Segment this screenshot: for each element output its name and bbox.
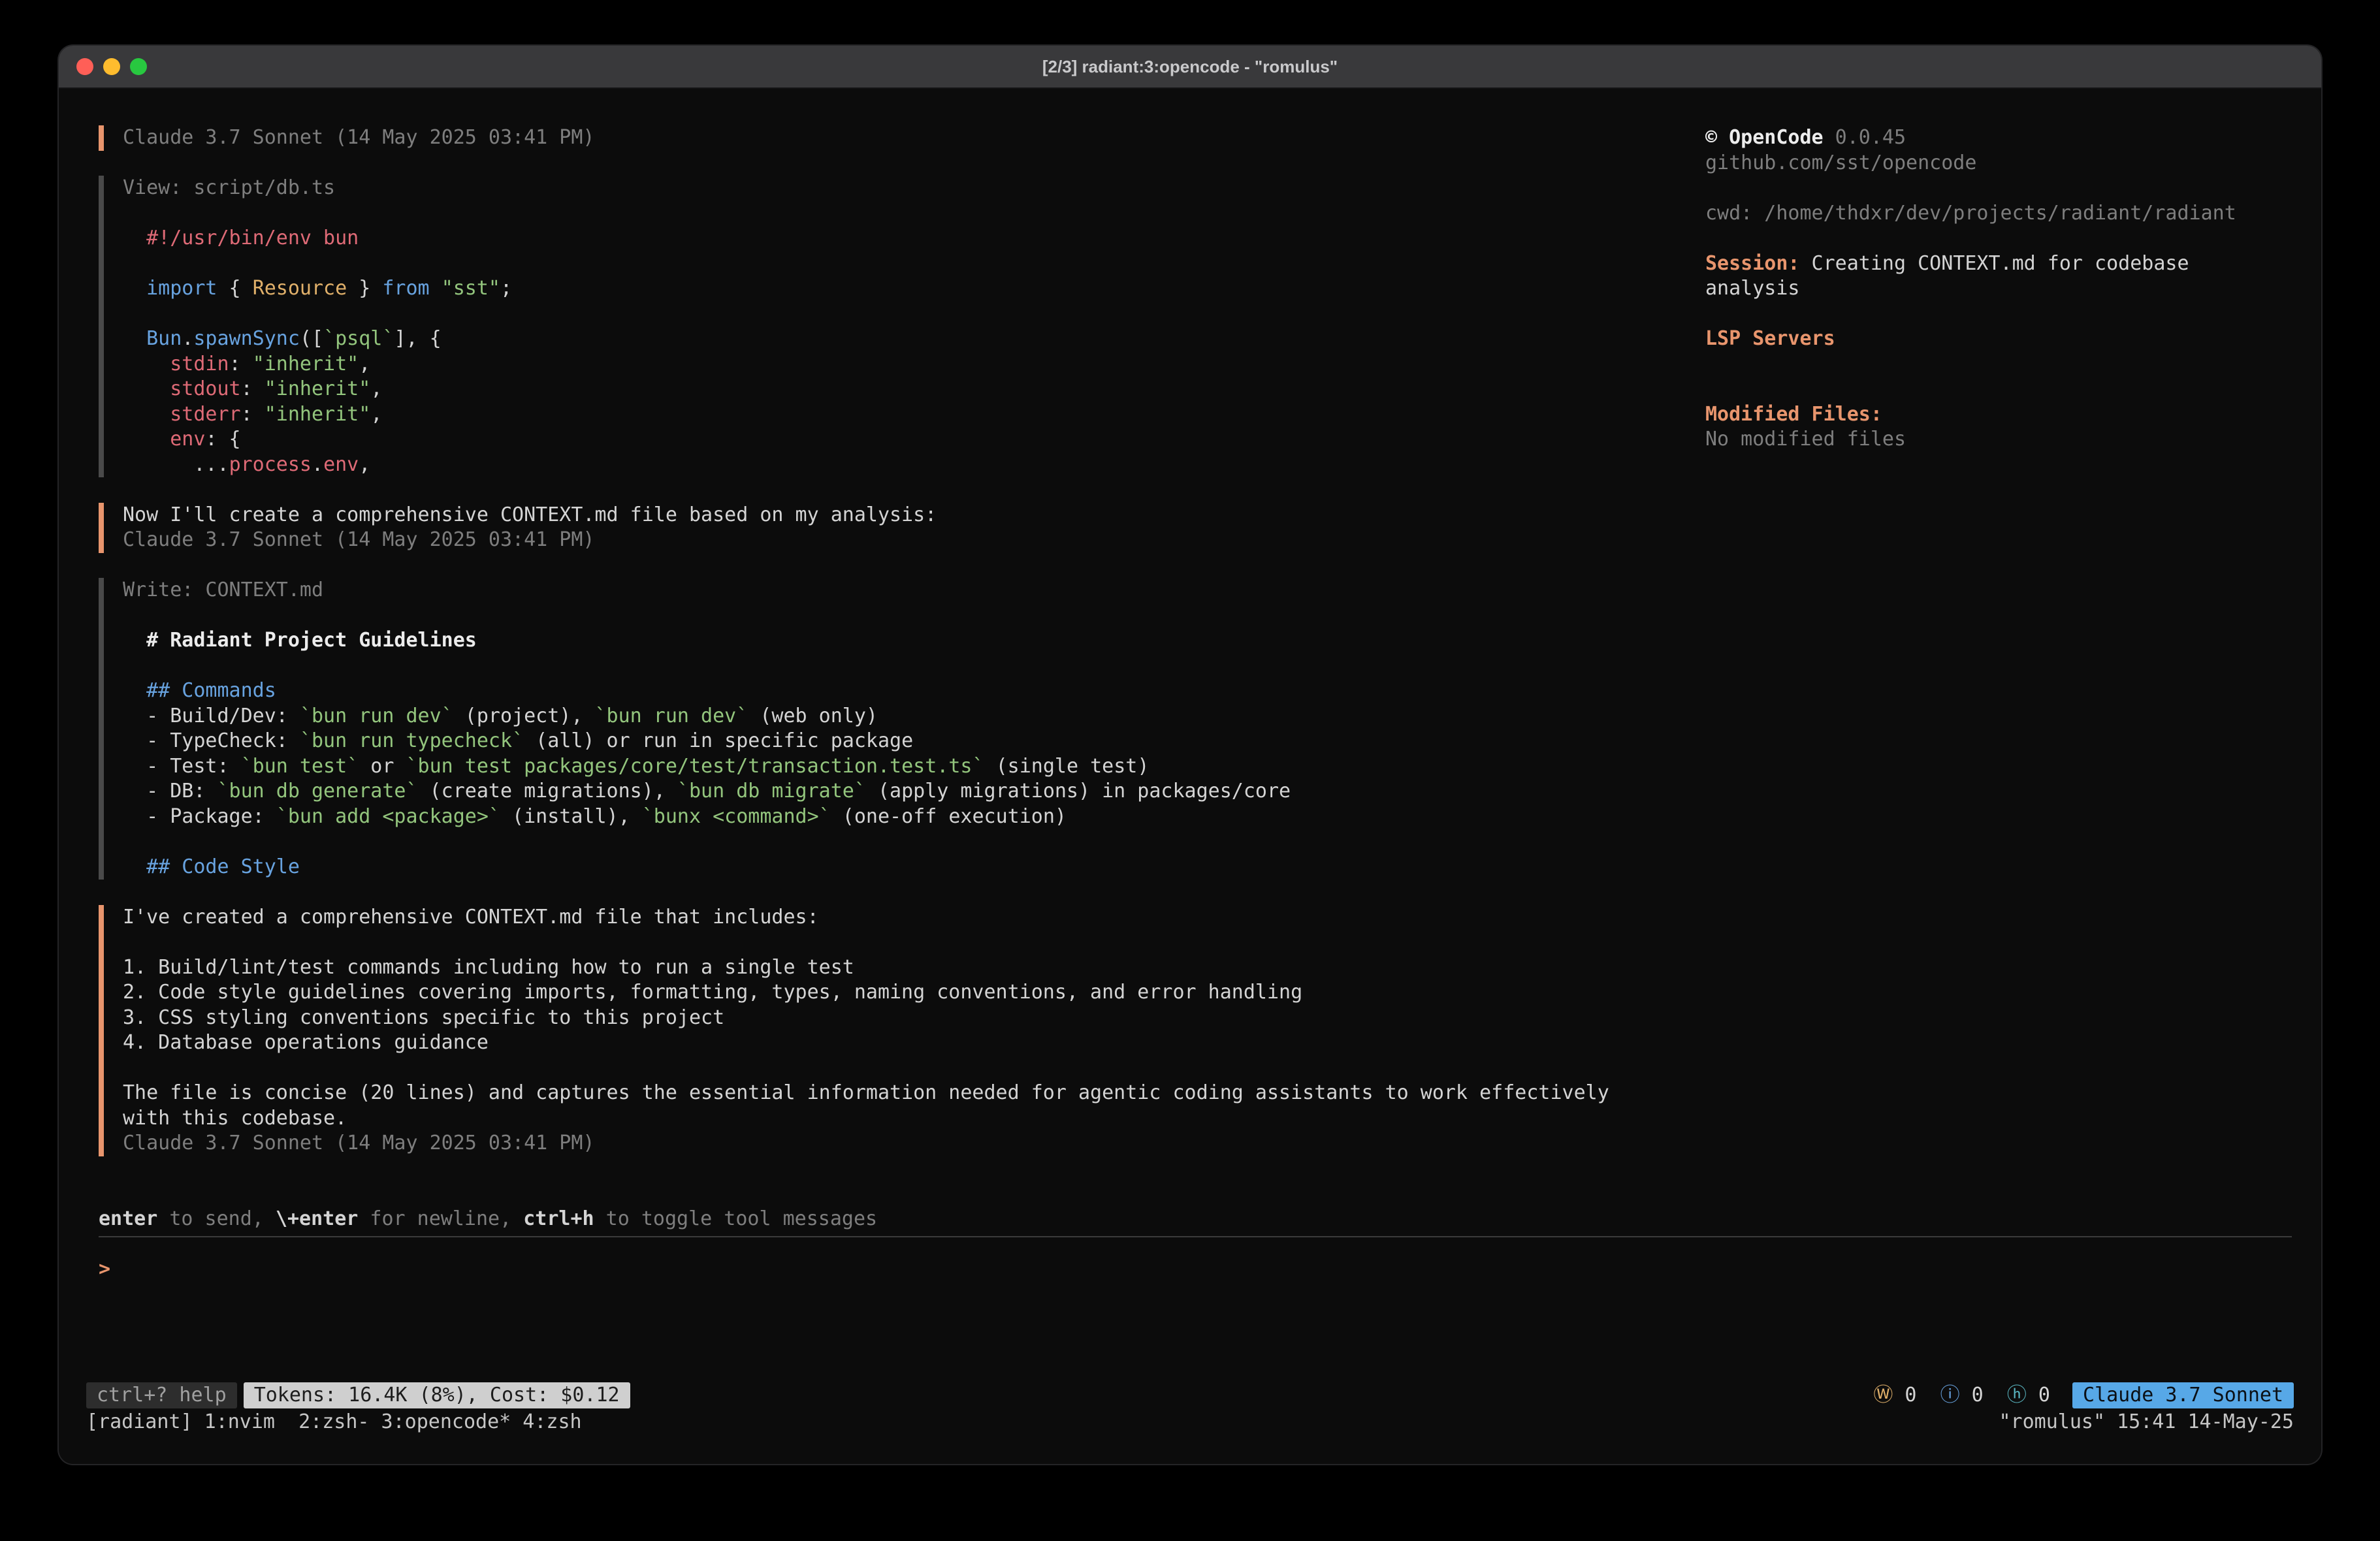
assistant-message-header: Claude 3.7 Sonnet (14 May 2025 03:41 PM) <box>99 125 1666 151</box>
text-line: I've created a comprehensive CONTEXT.md … <box>123 905 1666 930</box>
text-line: import { Resource } from "sst"; <box>123 276 1666 302</box>
tmux-session-info: "romulus" 15:41 14-May-25 <box>1999 1410 2294 1435</box>
text-line <box>123 654 1666 679</box>
text-line: cwd: /home/thdxr/dev/projects/radiant/ra… <box>1705 201 2293 227</box>
chat-history: Claude 3.7 Sonnet (14 May 2025 03:41 PM)… <box>99 125 1666 1181</box>
text-line: github.com/sst/opencode <box>1705 151 2293 176</box>
text-line: - Test: `bun test` or `bun test packages… <box>123 754 1666 780</box>
terminal-screen: Claude 3.7 Sonnet (14 May 2025 03:41 PM)… <box>59 89 2321 1464</box>
text-line: No modified files <box>1705 427 2293 453</box>
tool-write-block: Write: CONTEXT.md # Radiant Project Guid… <box>99 578 1666 880</box>
prompt-input[interactable]: > <box>99 1258 110 1280</box>
text-line <box>1705 352 2293 377</box>
text-line <box>123 251 1666 277</box>
text-line: 4. Database operations guidance <box>123 1030 1666 1056</box>
text-line <box>1705 226 2293 251</box>
text-line: Claude 3.7 Sonnet (14 May 2025 03:41 PM) <box>123 125 1666 151</box>
window-title: [2/3] radiant:3:opencode - "romulus" <box>59 57 2321 77</box>
text-line: #!/usr/bin/env bun <box>123 226 1666 251</box>
prompt-symbol: > <box>99 1258 110 1280</box>
text-line: Ⓦ 0 ⓘ 0 ⓗ 0 <box>1873 1384 2050 1406</box>
text-line: Modified Files: <box>1705 402 2293 428</box>
tmux-windows[interactable]: [radiant] 1:nvim 2:zsh- 3:opencode* 4:zs… <box>86 1410 582 1435</box>
text-line: Session: Creating CONTEXT.md for codebas… <box>1705 251 2293 277</box>
text-line: The file is concise (20 lines) and captu… <box>123 1081 1666 1106</box>
terminal-window: [2/3] radiant:3:opencode - "romulus" Cla… <box>59 46 2321 1464</box>
text-line <box>1705 377 2293 402</box>
text-line <box>123 302 1666 327</box>
text-line <box>123 201 1666 227</box>
text-line <box>123 1056 1666 1081</box>
text-line: Bun.spawnSync([`psql`], { <box>123 326 1666 352</box>
text-line: stdout: "inherit", <box>123 377 1666 402</box>
desktop-background: [2/3] radiant:3:opencode - "romulus" Cla… <box>0 0 2380 1541</box>
text-line: View: script/db.ts <box>123 176 1666 201</box>
window-titlebar[interactable]: [2/3] radiant:3:opencode - "romulus" <box>59 46 2321 89</box>
text-line: - DB: `bun db generate` (create migratio… <box>123 779 1666 804</box>
text-line: Claude 3.7 Sonnet (14 May 2025 03:41 PM) <box>123 528 1666 553</box>
text-line: 2. Code style guidelines covering import… <box>123 980 1666 1006</box>
tool-view-block: View: script/db.ts #!/usr/bin/env bun im… <box>99 176 1666 477</box>
text-line: ## Commands <box>123 678 1666 704</box>
assistant-message: Now I'll create a comprehensive CONTEXT.… <box>99 503 1666 553</box>
text-line: ## Code Style <box>123 855 1666 880</box>
text-line: ...process.env, <box>123 453 1666 478</box>
text-line <box>123 829 1666 855</box>
help-badge: ctrl+? help <box>86 1382 237 1408</box>
input-divider <box>99 1236 2292 1237</box>
model-badge: Claude 3.7 Sonnet <box>2072 1382 2294 1408</box>
text-line <box>1705 176 2293 201</box>
text-line: Write: CONTEXT.md <box>123 578 1666 603</box>
text-line <box>1705 302 2293 327</box>
tokens-cost-badge: Tokens: 16.4K (8%), Cost: $0.12 <box>244 1382 630 1408</box>
text-line: - TypeCheck: `bun run typecheck` (all) o… <box>123 729 1666 754</box>
text-line: # Radiant Project Guidelines <box>123 628 1666 654</box>
text-line: Now I'll create a comprehensive CONTEXT.… <box>123 503 1666 528</box>
text-line: analysis <box>1705 276 2293 302</box>
text-line: © OpenCode 0.0.45 <box>1705 125 2293 151</box>
text-line <box>123 930 1666 955</box>
session-sidebar: © OpenCode 0.0.45github.com/sst/opencode… <box>1705 125 2293 453</box>
text-line <box>123 603 1666 629</box>
text-line: with this codebase. <box>123 1106 1666 1132</box>
text-line: LSP Servers <box>1705 326 2293 352</box>
text-line: env: { <box>123 427 1666 453</box>
status-bar: ctrl+? help Tokens: 16.4K (8%), Cost: $0… <box>86 1382 2294 1408</box>
diagnostics-counters: Ⓦ 0 ⓘ 0 ⓗ 0 <box>1873 1383 2050 1408</box>
text-line: - Build/Dev: `bun run dev` (project), `b… <box>123 704 1666 729</box>
text-line: stderr: "inherit", <box>123 402 1666 428</box>
text-line: 3. CSS styling conventions specific to t… <box>123 1006 1666 1031</box>
assistant-summary-message: I've created a comprehensive CONTEXT.md … <box>99 905 1666 1156</box>
text-line: 1. Build/lint/test commands including ho… <box>123 955 1666 981</box>
text-line: stdin: "inherit", <box>123 352 1666 377</box>
text-line: enter to send, \+enter for newline, ctrl… <box>99 1207 877 1232</box>
keybind-hint: enter to send, \+enter for newline, ctrl… <box>99 1207 877 1232</box>
text-line: - Package: `bun add <package>` (install)… <box>123 804 1666 830</box>
tmux-status-bar: [radiant] 1:nvim 2:zsh- 3:opencode* 4:zs… <box>86 1410 2294 1435</box>
text-line: Claude 3.7 Sonnet (14 May 2025 03:41 PM) <box>123 1131 1666 1156</box>
